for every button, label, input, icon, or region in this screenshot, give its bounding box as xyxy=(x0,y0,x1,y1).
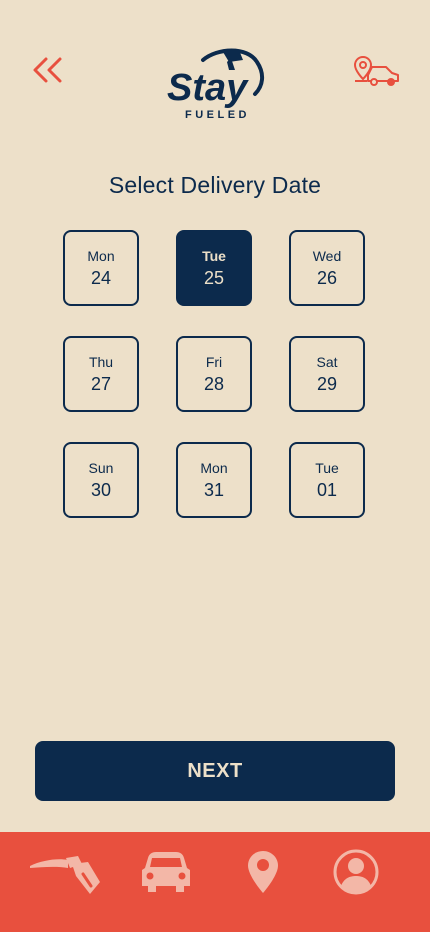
date-number: 30 xyxy=(90,479,112,500)
date-option[interactable]: Mon 31 xyxy=(176,442,252,518)
page-title: Select Delivery Date xyxy=(108,172,322,198)
date-option[interactable]: Sat 29 xyxy=(289,336,365,412)
date-number: 26 xyxy=(316,267,338,288)
date-number: 27 xyxy=(90,373,112,394)
date-day-label: Sat xyxy=(316,353,338,370)
date-option[interactable]: Wed 26 xyxy=(289,230,365,306)
date-number: 25 xyxy=(203,267,225,288)
location-pin-icon[interactable] xyxy=(248,851,278,893)
date-number: 24 xyxy=(90,267,112,288)
back-double-chevron-icon[interactable] xyxy=(32,56,64,84)
date-option[interactable]: Fri 28 xyxy=(176,336,252,412)
car-location-pin-icon[interactable] xyxy=(354,55,400,87)
date-day-label: Thu xyxy=(88,353,114,370)
bottom-nav xyxy=(0,832,430,932)
date-number: 28 xyxy=(203,373,225,394)
date-day-label: Wed xyxy=(312,247,342,264)
date-number: 29 xyxy=(316,373,338,394)
stay-fueled-logo: Stay FUELED xyxy=(167,48,264,121)
date-number: 31 xyxy=(203,479,225,500)
date-option[interactable]: Tue 25 xyxy=(176,230,252,306)
logo-fueled-text: FUELED xyxy=(185,109,250,121)
profile-icon[interactable] xyxy=(333,849,379,895)
logo-stay-text: Stay xyxy=(167,67,249,109)
date-day-label: Sun xyxy=(88,459,114,476)
date-day-label: Mon xyxy=(87,247,115,264)
date-option[interactable]: Mon 24 xyxy=(63,230,139,306)
date-day-label: Tue xyxy=(315,459,339,476)
car-icon[interactable] xyxy=(140,852,192,894)
date-day-label: Fri xyxy=(205,353,223,370)
date-option[interactable]: Tue 01 xyxy=(289,442,365,518)
date-day-label: Mon xyxy=(200,459,228,476)
fuel-nozzle-icon[interactable] xyxy=(28,854,102,896)
date-day-label: Tue xyxy=(202,247,226,264)
next-button[interactable]: NEXT xyxy=(35,741,395,801)
date-grid: Mon 24 Tue 25 Wed 26 Thu 27 Fri 28 Sat 2… xyxy=(63,230,369,522)
date-option[interactable]: Thu 27 xyxy=(63,336,139,412)
date-number: 01 xyxy=(316,479,338,500)
date-option[interactable]: Sun 30 xyxy=(63,442,139,518)
